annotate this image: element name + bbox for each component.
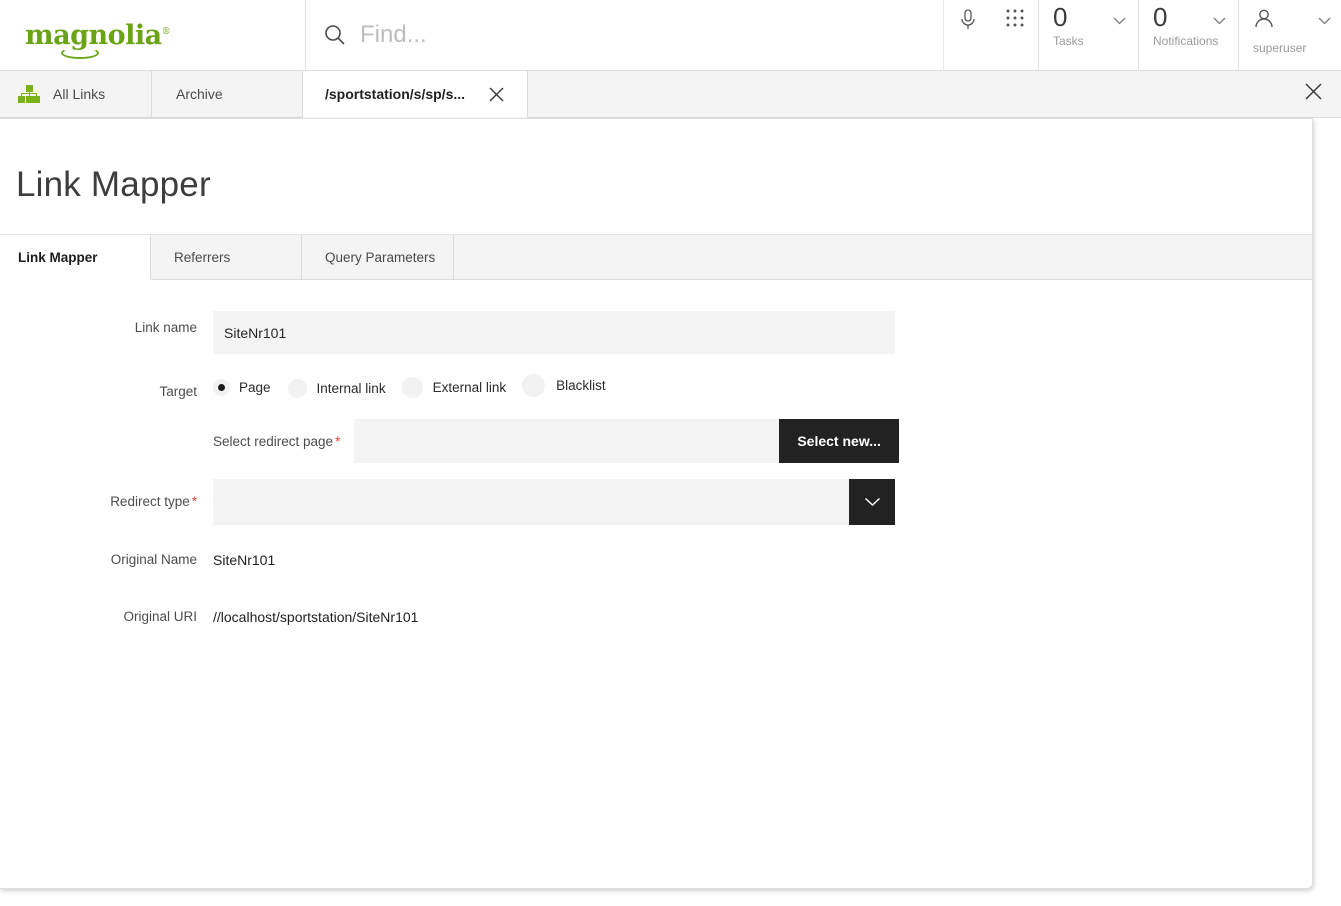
- field-original-uri: Original URI //localhost/sportstation/Si…: [0, 601, 1312, 625]
- tasks-counter[interactable]: 0 Tasks: [1038, 0, 1138, 70]
- microphone-cell: [944, 0, 991, 70]
- radio-page[interactable]: [213, 379, 230, 396]
- tab-sportstation-label: /sportstation/s/sp/s...: [325, 86, 465, 102]
- original-name-value: SiteNr101: [213, 544, 275, 568]
- radio-option-page[interactable]: Page: [213, 379, 271, 396]
- magnolia-logo[interactable]: magnolia®: [25, 22, 170, 49]
- tab-referrers-label: Referrers: [174, 250, 230, 265]
- redirect-type-label: Redirect type*: [0, 479, 213, 510]
- tab-all-links[interactable]: All Links: [0, 71, 152, 117]
- microphone-icon[interactable]: [958, 8, 978, 32]
- select-redirect-page-input[interactable]: [354, 419, 779, 463]
- select-redirect-spacer: [0, 419, 213, 428]
- tab-query-parameters[interactable]: Query Parameters: [302, 235, 454, 279]
- close-icon: [1304, 82, 1323, 106]
- section-tab-filler: [454, 235, 1312, 279]
- tab-archive[interactable]: Archive: [152, 71, 303, 117]
- link-mapper-form: Link name Target Page Internal link: [0, 280, 1312, 626]
- target-label: Target: [0, 372, 213, 400]
- original-name-label: Original Name: [0, 544, 213, 568]
- radio-internal-link-label: Internal link: [317, 381, 386, 396]
- radio-option-external-link[interactable]: External link: [402, 377, 507, 398]
- field-link-name: Link name: [0, 311, 1312, 354]
- user-avatar-icon: [1253, 17, 1275, 34]
- chevron-down-icon[interactable]: [1318, 12, 1331, 30]
- logo-cell: magnolia®: [0, 0, 306, 70]
- notifications-counter[interactable]: 0 Notifications: [1138, 0, 1238, 70]
- field-target: Target Page Internal link Externa: [0, 372, 1312, 400]
- radio-page-label: Page: [239, 380, 271, 395]
- redirect-type-label-text: Redirect type: [110, 494, 190, 509]
- field-redirect-type: Redirect type*: [0, 479, 1312, 525]
- target-radio-group: Page Internal link External link Blackli…: [213, 372, 606, 398]
- radio-internal-link[interactable]: [288, 379, 307, 398]
- section-tab-bar: Link Mapper Referrers Query Parameters: [0, 234, 1312, 280]
- sitemap-icon: [18, 85, 40, 103]
- tab-query-parameters-label: Query Parameters: [325, 250, 435, 265]
- user-menu[interactable]: superuser: [1238, 0, 1341, 70]
- radio-blacklist-label: Blacklist: [556, 378, 606, 393]
- tab-all-links-label: All Links: [53, 86, 105, 102]
- close-all-tabs-button[interactable]: [1285, 71, 1341, 117]
- radio-external-link-label: External link: [433, 380, 507, 395]
- logo-text: magnolia: [25, 20, 162, 51]
- tab-referrers[interactable]: Referrers: [151, 235, 302, 279]
- search-input[interactable]: [360, 21, 920, 49]
- select-redirect-page-label-text: Select redirect page: [213, 434, 333, 449]
- required-marker: *: [335, 434, 340, 449]
- content-panel: Link Mapper Link Mapper Referrers Query …: [0, 118, 1313, 889]
- notifications-label: Notifications: [1153, 34, 1238, 48]
- user-name-label: superuser: [1253, 41, 1341, 55]
- apps-grid-cell: [991, 0, 1038, 70]
- link-name-label: Link name: [0, 311, 213, 336]
- chevron-down-icon[interactable]: [1213, 12, 1226, 30]
- radio-selected-dot: [218, 384, 225, 391]
- chevron-down-icon[interactable]: [849, 479, 895, 525]
- tab-archive-label: Archive: [176, 86, 223, 102]
- field-select-redirect-page: Select redirect page* Select new...: [0, 419, 1312, 463]
- close-icon[interactable]: [488, 86, 505, 103]
- link-name-input[interactable]: [213, 311, 895, 354]
- select-new-button[interactable]: Select new...: [779, 419, 899, 463]
- tasks-label: Tasks: [1053, 34, 1138, 48]
- page-title: Link Mapper: [0, 119, 1312, 205]
- radio-option-blacklist[interactable]: Blacklist: [522, 374, 606, 397]
- select-redirect-page-row: Select redirect page* Select new...: [213, 419, 899, 463]
- tab-link-mapper[interactable]: Link Mapper: [0, 235, 151, 280]
- search-icon: [322, 22, 348, 48]
- logo-swash-decoration: [61, 47, 99, 59]
- original-uri-value: //localhost/sportstation/SiteNr101: [213, 601, 418, 625]
- original-uri-label: Original URI: [0, 601, 213, 625]
- redirect-type-select[interactable]: [213, 479, 895, 525]
- field-original-name: Original Name SiteNr101: [0, 544, 1312, 568]
- required-marker: *: [192, 494, 197, 509]
- tab-strip-filler: [528, 71, 1285, 117]
- application-window: magnolia®: [0, 0, 1341, 906]
- logo-registered-mark: ®: [162, 27, 171, 37]
- redirect-type-input[interactable]: [213, 479, 849, 525]
- search-cell: [306, 0, 944, 70]
- tab-sportstation[interactable]: /sportstation/s/sp/s...: [303, 71, 528, 118]
- apps-grid-icon[interactable]: [1005, 8, 1025, 28]
- radio-external-link[interactable]: [402, 377, 423, 398]
- select-redirect-page-label: Select redirect page*: [213, 434, 340, 449]
- radio-option-internal-link[interactable]: Internal link: [288, 379, 386, 398]
- top-header-bar: magnolia®: [0, 0, 1341, 71]
- radio-blacklist[interactable]: [522, 374, 545, 397]
- app-tab-strip: All Links Archive /sportstation/s/sp/s..…: [0, 71, 1341, 118]
- chevron-down-icon[interactable]: [1113, 12, 1126, 30]
- tab-link-mapper-label: Link Mapper: [18, 250, 98, 265]
